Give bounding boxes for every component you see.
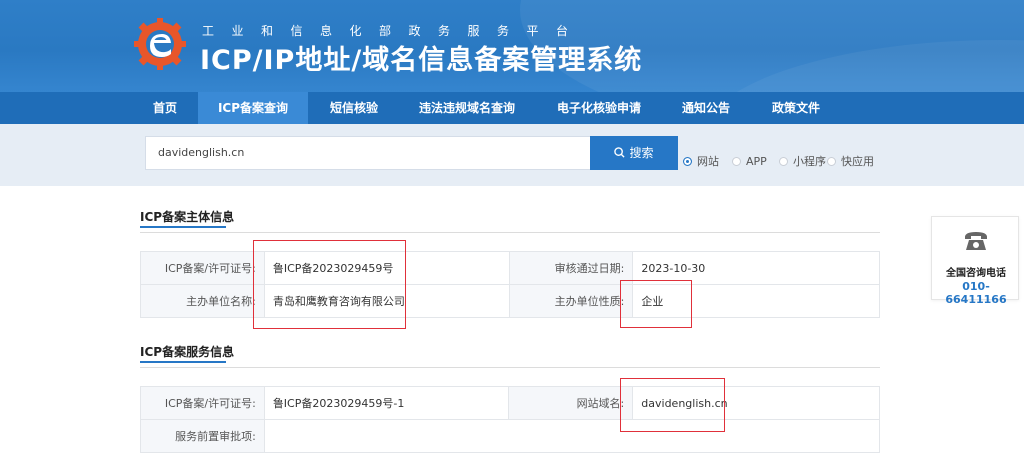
contact-phone[interactable]: 010-66411166 (932, 280, 1020, 306)
section-title-underline (140, 361, 226, 363)
organizer-name-label: 主办单位名称: (140, 284, 265, 318)
pre-approval-label: 服务前置审批项: (140, 419, 265, 453)
search-button-label: 搜索 (629, 146, 654, 160)
search-input[interactable]: davidenglish.cn (145, 136, 591, 170)
license-no-label: ICP备案/许可证号: (140, 251, 265, 285)
service-license-value: 鲁ICP备2023029459号-1 (263, 386, 510, 420)
radio-selected-icon (683, 157, 692, 166)
radio-mini-program[interactable]: 小程序 (779, 154, 829, 170)
radio-unselected-icon (779, 157, 788, 166)
radio-unselected-icon (827, 157, 836, 166)
organizer-type-label: 主办单位性质: (508, 284, 634, 318)
radio-website[interactable]: 网站 (683, 154, 727, 170)
nav-illegal-domain-query[interactable]: 违法违规域名查询 (404, 92, 530, 124)
annotation-box (253, 240, 406, 329)
radio-quick-app[interactable]: 快应用 (827, 154, 877, 170)
pre-approval-value (263, 419, 881, 453)
service-license-label: ICP备案/许可证号: (140, 386, 265, 420)
service-info-table: ICP备案/许可证号: 鲁ICP备2023029459号-1 网站域名: dav… (140, 386, 881, 453)
contact-widget[interactable]: 全国咨询电话 010-66411166 (931, 216, 1019, 306)
service-section-title: ICP备案服务信息 (140, 345, 235, 359)
table-row: ICP备案/许可证号: 鲁ICP备2023029459号 审核通过日期: 202… (140, 251, 880, 285)
annotation-box (620, 280, 692, 328)
ministry-logo[interactable] (132, 16, 188, 72)
annotation-box (620, 378, 725, 432)
section-divider (140, 367, 880, 368)
contact-label: 全国咨询电话 (946, 268, 1006, 279)
entity-info-table: ICP备案/许可证号: 鲁ICP备2023029459号 审核通过日期: 202… (140, 251, 880, 318)
entity-section-title: ICP备案主体信息 (140, 210, 235, 224)
radio-app[interactable]: APP (732, 154, 772, 170)
section-divider (140, 232, 880, 233)
gov-platform-label: 工业和信息化部政务服务平台 (202, 24, 586, 38)
nav-icp-query[interactable]: ICP备案查询 (198, 92, 308, 124)
nav-sms-verify[interactable]: 短信核验 (318, 92, 390, 124)
system-title: ICP/IP地址/域名信息备案管理系统 (200, 45, 643, 76)
domain-label: 网站域名: (508, 386, 634, 420)
header-banner: 工业和信息化部政务服务平台 ICP/IP地址/域名信息备案管理系统 (0, 0, 1024, 92)
nav-e-verify-apply[interactable]: 电子化核验申请 (544, 92, 654, 124)
table-row: 主办单位名称: 青岛和鹰教育咨询有限公司 主办单位性质: 企业 (140, 284, 880, 318)
search-area: davidenglish.cn 搜索 网站 APP 小程序 快应用 (0, 124, 1024, 186)
table-row: ICP备案/许可证号: 鲁ICP备2023029459号-1 网站域名: dav… (140, 386, 880, 420)
nav-notices[interactable]: 通知公告 (668, 92, 744, 124)
phone-icon (965, 232, 987, 250)
nav-policy-docs[interactable]: 政策文件 (758, 92, 834, 124)
search-button[interactable]: 搜索 (590, 136, 678, 170)
main-nav: 首页 ICP备案查询 短信核验 违法违规域名查询 电子化核验申请 通知公告 政策… (0, 92, 1024, 124)
radio-unselected-icon (732, 157, 741, 166)
search-icon (614, 147, 626, 158)
section-title-underline (140, 226, 226, 228)
table-row: 服务前置审批项: (140, 419, 881, 453)
nav-home[interactable]: 首页 (140, 92, 190, 124)
approval-date-label: 审核通过日期: (508, 251, 634, 285)
